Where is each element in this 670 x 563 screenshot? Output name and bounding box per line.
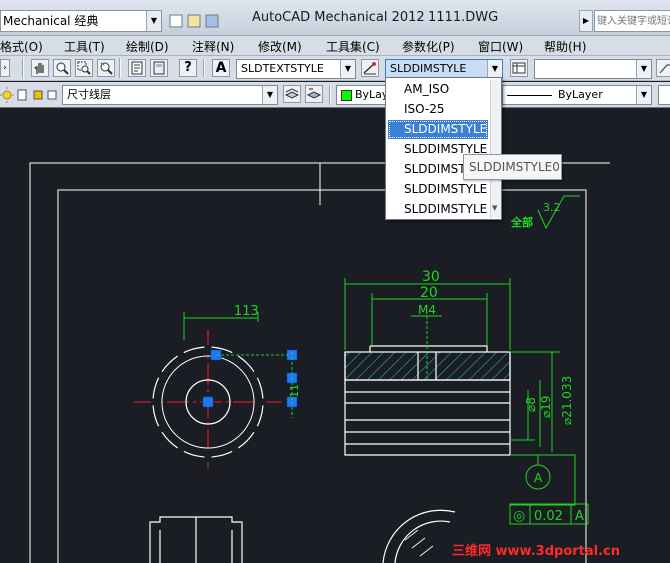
dropdown-scrollbar[interactable]: ▼ (490, 80, 501, 218)
dimension-d19-label: ⌀19 (539, 396, 553, 419)
left-view-bottom (149, 516, 243, 563)
menu-format[interactable]: 格式(O) (0, 38, 43, 55)
workspace-select[interactable]: Mechanical 经典 (0, 10, 162, 32)
dropdown-option[interactable]: AM_ISO (388, 80, 488, 99)
quick-access-icons[interactable] (168, 11, 228, 31)
dim-style-value: SLDDIMSTYLE (390, 62, 467, 75)
text-style-icon[interactable]: A (212, 59, 230, 77)
calculator-icon[interactable] (150, 59, 168, 77)
menu-toolsets[interactable]: 工具集(C) (326, 38, 380, 55)
layer-previous-icon[interactable] (305, 85, 323, 103)
color-value: ByLayer (355, 88, 385, 101)
chevron-down-icon[interactable]: ▼ (487, 60, 502, 78)
toolbar-separator (203, 58, 205, 78)
layer-state-icons[interactable] (0, 85, 60, 105)
dim-style-dropdown[interactable]: AM_ISO ISO-25 SLDDIMSTYLE SLDDIMSTYLE SL… (385, 77, 502, 220)
help-icon[interactable]: ? (179, 59, 197, 77)
text-style-value: SLDTEXTSTYLE (241, 62, 324, 75)
lineweight-select[interactable] (658, 85, 670, 105)
standard-toolbar: › ? A SLDTEXTSTYLE ▼ SLDDIMSTYLE ▼ ▼ (0, 56, 670, 81)
pan-hand-icon[interactable] (31, 59, 49, 77)
menu-modify[interactable]: 修改(M) (258, 38, 302, 55)
dimension-d21-label: ⌀21.033 (560, 376, 574, 425)
dimension-d8-label: ⌀8 (524, 397, 538, 412)
dimension-11-label: 11 (288, 384, 301, 398)
dim-style-icon[interactable] (361, 59, 379, 77)
layer-name: 尺寸线层 (67, 88, 111, 101)
chevron-right-icon[interactable]: › (0, 59, 10, 77)
table-style-icon[interactable] (510, 59, 528, 77)
dimension-20-label: 20 (420, 285, 438, 301)
tolerance-value: 0.02 (534, 509, 563, 524)
table-style-select[interactable]: ▼ (534, 59, 652, 79)
watermark: 三维网 www.3dportal.cn (452, 544, 621, 559)
section-view[interactable]: 30 20 M4 ⌀8 ⌀19 ⌀21.033 A 3.2 全部 ◎ 0.02 … (344, 195, 589, 563)
toolbar-separator (119, 58, 121, 78)
dimension-113-label: 113 (234, 304, 259, 319)
roughness-all-label: 全部 (510, 215, 533, 229)
chevron-down-icon[interactable]: ▼ (636, 60, 651, 78)
chevron-down-icon[interactable]: ▼ (636, 86, 651, 104)
roughness-value: 3.2 (543, 201, 561, 214)
layers-toolbar: 尺寸线层 ▼ ByLayer ByLayer ▼ (0, 82, 670, 108)
color-swatch (341, 89, 352, 101)
dropdown-option[interactable]: SLDDIMSTYLE (388, 200, 488, 219)
linetype-value: ByLayer (558, 88, 603, 101)
file-title: 1111.DWG (428, 10, 499, 25)
multileader-style-icon[interactable] (656, 59, 670, 77)
menu-window[interactable]: 窗口(W) (478, 38, 523, 55)
dropdown-option-selected[interactable]: SLDDIMSTYLE (388, 120, 488, 139)
zoom-previous-icon[interactable] (97, 59, 115, 77)
dropdown-option[interactable]: ISO-25 (388, 100, 488, 119)
text-style-select[interactable]: SLDTEXTSTYLE ▼ (236, 59, 356, 79)
dim-style-select[interactable]: SLDDIMSTYLE ▼ (385, 59, 503, 79)
search-input[interactable] (594, 10, 670, 32)
zoom-window-icon[interactable] (75, 59, 93, 77)
menu-bar: 格式(O) 工具(T) 绘制(D) 注释(N) 修改(M) 工具集(C) 参数化… (0, 36, 670, 56)
menu-parametric[interactable]: 参数化(P) (402, 38, 455, 55)
drawing-canvas[interactable]: 113 11 30 20 M4 ⌀8 ⌀19 ⌀21.033 A 3.2 全部 … (0, 108, 670, 563)
title-bar: Mechanical 经典 ▼ AutoCAD Mechanical 2012 … (0, 0, 670, 36)
layer-select[interactable]: 尺寸线层 ▼ (62, 85, 278, 105)
zoom-realtime-icon[interactable] (53, 59, 71, 77)
menu-help[interactable]: 帮助(H) (544, 38, 586, 55)
toolbar-separator (329, 85, 331, 105)
bottom-view-fragment (382, 509, 456, 563)
datum-label: A (534, 471, 543, 485)
properties-icon[interactable] (128, 59, 146, 77)
tolerance-symbol: ◎ (513, 508, 525, 524)
dropdown-option[interactable]: SLDDIMSTYLE (388, 180, 488, 199)
slotted-wheel-view[interactable]: 113 11 (134, 304, 301, 563)
tolerance-datum: A (575, 509, 584, 524)
menu-annotate[interactable]: 注释(N) (192, 38, 234, 55)
menu-draw[interactable]: 绘制(D) (126, 38, 169, 55)
make-current-layer-icon[interactable] (283, 85, 301, 103)
chevron-down-icon[interactable]: ▼ (340, 60, 355, 78)
menu-tools[interactable]: 工具(T) (64, 38, 105, 55)
linetype-select[interactable]: ByLayer ▼ (502, 85, 652, 105)
chevron-right-icon[interactable]: ▶ (579, 10, 593, 32)
workspace-label: Mechanical 经典 (3, 14, 99, 28)
dimension-30-label: 30 (422, 269, 440, 285)
linetype-sample (507, 94, 552, 96)
chevron-down-icon[interactable]: ▼ (262, 86, 277, 104)
color-select[interactable]: ByLayer (336, 85, 386, 105)
toolbar-separator (22, 58, 24, 78)
tooltip: SLDDIMSTYLE0 (463, 154, 562, 180)
app-title: AutoCAD Mechanical 2012 (252, 10, 425, 25)
chevron-down-icon[interactable]: ▼ (492, 204, 497, 212)
dimension-m4-label: M4 (418, 303, 436, 317)
chevron-down-icon[interactable]: ▼ (146, 11, 161, 31)
